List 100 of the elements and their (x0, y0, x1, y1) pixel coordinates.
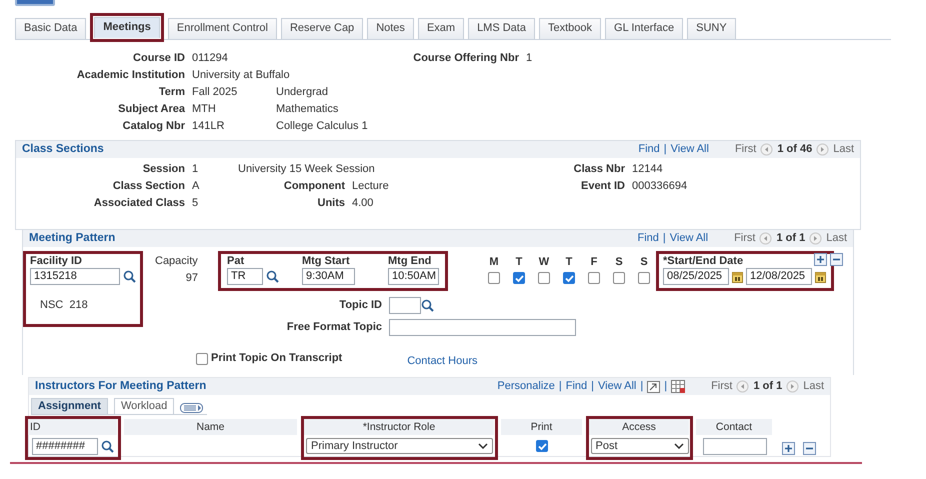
calendar-icon[interactable] (732, 270, 743, 283)
first-link[interactable]: First (734, 142, 756, 156)
calendar-icon[interactable] (815, 270, 826, 283)
nav-link[interactable]: View All (598, 380, 636, 394)
field-value: 97 (184, 272, 199, 286)
day-checkbox[interactable] (638, 272, 650, 284)
nav-link[interactable]: Find (638, 142, 660, 156)
day-label: W (538, 256, 550, 270)
field-label: Catalog Nbr (122, 120, 186, 134)
input-field[interactable]: TR (227, 268, 263, 286)
day-label: T (516, 256, 522, 270)
tab[interactable]: Exam (418, 18, 464, 39)
page-count: 1 of 46 (777, 142, 812, 156)
next-icon[interactable] (816, 143, 830, 156)
day-checkbox[interactable] (488, 272, 500, 284)
search-icon[interactable] (101, 440, 114, 453)
tab[interactable]: Enrollment Control (168, 18, 277, 39)
tab[interactable]: Textbook (538, 18, 602, 39)
last-link[interactable]: Last (826, 232, 847, 246)
field-label: Course ID (132, 52, 186, 66)
id-field[interactable]: ######## (32, 438, 98, 455)
tab[interactable]: Basic Data (15, 18, 86, 39)
dropdown[interactable]: Post (590, 438, 688, 454)
field-value: 5 (192, 197, 200, 211)
day-checkbox[interactable] (563, 272, 575, 284)
day-checkbox[interactable] (588, 272, 600, 284)
field-label: Mtg Start (302, 255, 351, 268)
first-link[interactable]: First (734, 232, 756, 246)
date-field[interactable]: 12/08/2025 (746, 268, 812, 286)
search-icon[interactable] (123, 270, 136, 284)
day-checkbox[interactable] (513, 272, 525, 284)
tab[interactable]: GL Interface (605, 18, 684, 39)
day-checkbox[interactable] (538, 272, 550, 284)
tab[interactable]: Reserve Cap (280, 18, 364, 39)
nav-link[interactable]: Personalize (497, 380, 555, 394)
nav-link[interactable]: Find (566, 380, 588, 394)
column-header: Name (124, 419, 298, 436)
column-header: Print (501, 419, 583, 436)
tab[interactable]: SUNY (687, 18, 736, 39)
tab[interactable]: Assignment (31, 398, 108, 414)
free-format-topic-field[interactable] (389, 319, 576, 336)
date-field[interactable]: 08/25/2025 (663, 268, 729, 286)
separator: | (640, 380, 644, 394)
contact-field[interactable] (702, 438, 766, 455)
zoom-icon[interactable] (647, 380, 660, 392)
input-field[interactable]: 1315218 (30, 268, 120, 286)
last-link[interactable]: Last (803, 380, 824, 394)
topic-id-field[interactable] (389, 297, 421, 314)
input-field[interactable]: 10:50AM (388, 268, 439, 286)
separator: | (664, 142, 667, 156)
day-checkbox[interactable] (613, 272, 625, 284)
caret-icon (478, 443, 488, 450)
previous-icon[interactable] (736, 380, 750, 393)
nav-link[interactable]: View All (670, 232, 708, 246)
tab[interactable]: LMS Data (468, 18, 535, 39)
field-value: University at Buffalo (192, 68, 290, 82)
input-field[interactable]: 9:30AM (302, 268, 355, 286)
field-label: Capacity (155, 255, 199, 268)
field-value: A (192, 180, 200, 194)
first-link[interactable]: First (711, 380, 732, 394)
field-value: Undergrad (276, 86, 328, 100)
next-icon[interactable] (786, 380, 800, 393)
field-value: Lecture (352, 180, 390, 194)
field-value: University 15 Week Session (238, 163, 376, 177)
column-header: Contact (696, 419, 773, 436)
search-icon[interactable] (266, 270, 279, 284)
print-checkbox[interactable] (536, 440, 548, 452)
field-label: Facility ID (30, 255, 83, 268)
field-value: 011294 (192, 52, 229, 66)
last-link[interactable]: Last (833, 142, 854, 156)
field-value: 4.00 (352, 197, 374, 211)
column-header: ID (28, 419, 118, 436)
column-header: Access (589, 419, 690, 436)
separator: | (558, 380, 562, 394)
next-icon[interactable] (809, 232, 822, 245)
checkbox[interactable] (196, 352, 208, 365)
search-icon[interactable] (421, 299, 434, 312)
spreadsheet-icon[interactable] (671, 380, 686, 393)
show-all-columns-icon[interactable] (180, 402, 204, 414)
field-label: Course Offering Nbr (412, 52, 520, 66)
previous-icon[interactable] (760, 143, 774, 156)
section-title: Class Sections (22, 142, 104, 156)
checkbox-label: Print Topic On Transcript (211, 352, 342, 366)
dropdown[interactable]: Primary Instructor (306, 438, 493, 454)
day-label: T (566, 256, 572, 270)
tab[interactable]: Notes (367, 18, 414, 39)
nav-link[interactable]: Find (637, 232, 659, 246)
field-value: College Calculus 1 (276, 120, 368, 134)
previous-icon[interactable] (759, 232, 772, 245)
separator: | (664, 380, 668, 394)
nav-link[interactable]: View All (670, 142, 709, 156)
tab[interactable]: Workload (114, 398, 174, 414)
contact-hours-link[interactable]: Contact Hours (407, 355, 478, 368)
field-label: Units (316, 197, 346, 211)
dropdown-value: Primary Instructor (311, 440, 398, 453)
field-value: NSC 218 (40, 299, 88, 312)
tab[interactable]: Meetings (94, 17, 160, 38)
field-value: 141LR (192, 120, 226, 134)
check-icon (514, 272, 524, 284)
field-label: Class Nbr (572, 163, 626, 177)
